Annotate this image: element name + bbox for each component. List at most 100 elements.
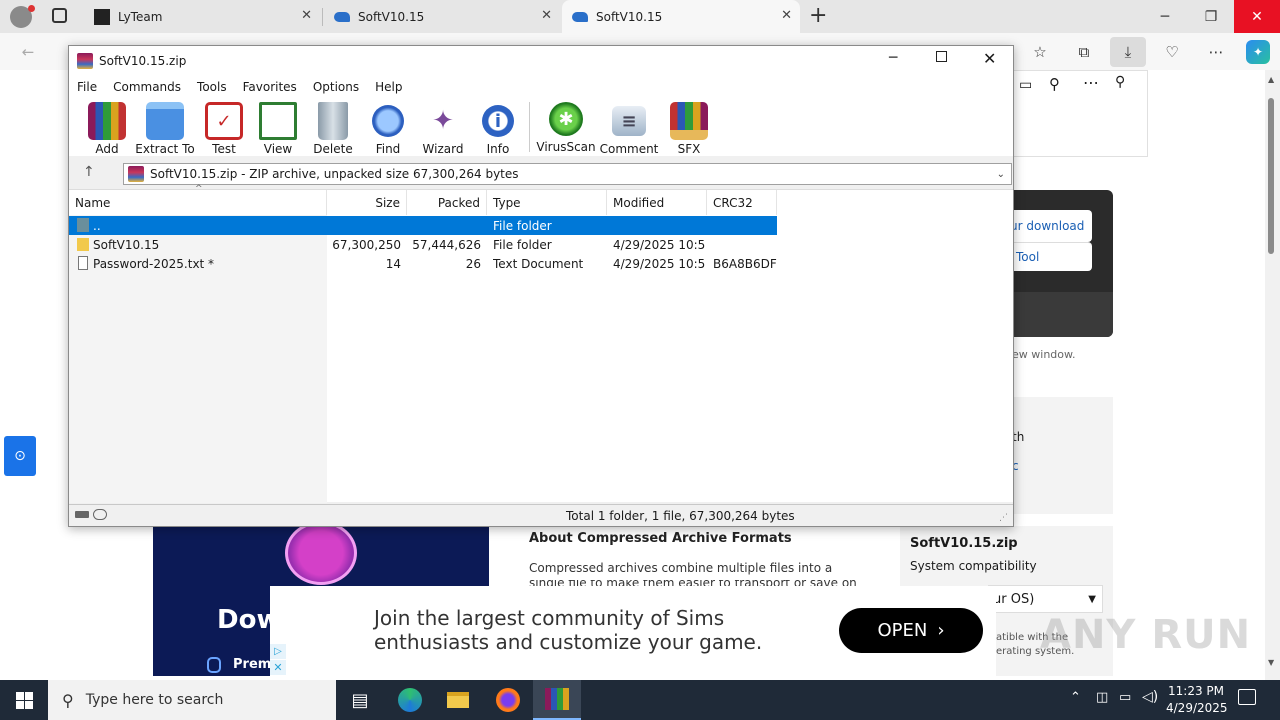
download-button[interactable]: ur download [1010, 210, 1092, 242]
close-tab-icon[interactable]: ✕ [301, 8, 312, 23]
clock[interactable]: 11:23 PM 4/29/2025 [1166, 683, 1228, 717]
ad-close-icon[interactable]: ✕ [270, 660, 286, 675]
table-row[interactable]: .. File folder [69, 216, 777, 235]
minimize-button[interactable]: ─ [889, 50, 897, 66]
extract-folder-icon [146, 102, 184, 140]
article-title: About Compressed Archive Formats [529, 531, 792, 546]
view-button[interactable]: View [248, 102, 308, 156]
maximize-button[interactable] [936, 51, 947, 62]
scrollbar-thumb[interactable] [1268, 98, 1274, 254]
winrar-icon [77, 53, 93, 69]
search-icon[interactable]: ⚲ [1049, 75, 1060, 93]
winrar-taskbar-icon[interactable] [533, 680, 581, 720]
delete-button[interactable]: Delete [303, 102, 363, 156]
col-packed[interactable]: Packed [407, 190, 487, 215]
tool-button[interactable]: Tool [1010, 242, 1092, 271]
col-size[interactable]: Size [327, 190, 407, 215]
ad-open-button[interactable]: OPEN › [839, 608, 983, 653]
menu-tools[interactable]: Tools [189, 80, 235, 94]
volume-icon[interactable]: ◁) [1142, 689, 1158, 705]
file-explorer-icon[interactable] [434, 680, 482, 720]
edge-taskbar-icon[interactable] [386, 680, 434, 720]
search-icon: ⚲ [62, 690, 74, 710]
restore-button[interactable]: ❐ [1188, 0, 1234, 33]
col-type[interactable]: Type [487, 190, 607, 215]
copilot-icon[interactable]: ✦ [1246, 40, 1270, 64]
browser-tab-bar: LyTeam ✕ SoftV10.15 ✕ SoftV10.15 ✕ + ─ ❐… [0, 0, 1280, 33]
menu-help[interactable]: Help [367, 80, 410, 94]
task-view-icon[interactable]: ▤ [336, 680, 384, 720]
find-button[interactable]: Find [358, 102, 418, 156]
extract-to-button[interactable]: Extract To [135, 102, 195, 156]
resize-grip[interactable]: ⋰ [999, 513, 1008, 523]
new-tab-button[interactable]: + [809, 3, 827, 28]
winrar-titlebar[interactable]: SoftV10.15.zip ─ ✕ [69, 46, 1013, 76]
col-modified[interactable]: Modified [607, 190, 707, 215]
more-icon[interactable]: ⋯ [1083, 73, 1099, 92]
comment-icon: ≡ [612, 106, 646, 136]
collections-icon[interactable]: ⧉ [1072, 40, 1096, 64]
winrar-menubar: File Commands Tools Favorites Options He… [69, 76, 1013, 98]
database-icon [207, 657, 221, 673]
virusscan-button[interactable]: ✱ VirusScan [536, 102, 596, 154]
path-combobox[interactable]: SoftV10.15.zip - ZIP archive, unpacked s… [123, 163, 1012, 185]
back-icon[interactable]: ← [16, 40, 40, 64]
comment-button[interactable]: ≡ Comment [599, 102, 659, 156]
magnifier-icon [372, 105, 404, 137]
close-button[interactable]: ✕ [983, 49, 996, 68]
taskbar-search[interactable]: ⚲ Type here to search [48, 680, 336, 720]
close-window-button[interactable]: ✕ [1234, 0, 1280, 33]
ad-banner[interactable]: Join the largest community of Sims enthu… [270, 586, 996, 676]
adchoices-icon[interactable]: ▷ [270, 644, 286, 659]
os-select[interactable]: ur OS) ▼ [988, 585, 1103, 613]
assist-button[interactable]: ⊙ [4, 436, 36, 476]
tab-softv-2[interactable]: SoftV10.15 ✕ [562, 0, 800, 33]
speedometer-icon [285, 527, 357, 585]
firefox-icon[interactable] [484, 680, 532, 720]
article-text: Compressed archives combine multiple fil… [529, 561, 833, 575]
close-tab-icon[interactable]: ✕ [541, 8, 552, 23]
meet-icon[interactable]: ◫ [1096, 690, 1108, 705]
show-hidden-icons[interactable]: ⌃ [1070, 690, 1081, 705]
edge-favicon [572, 11, 588, 22]
close-tab-icon[interactable]: ✕ [781, 8, 792, 23]
drive-icon [75, 511, 89, 518]
zip-icon [128, 166, 144, 182]
col-crc32[interactable]: CRC32 [707, 190, 777, 215]
sfx-button[interactable]: SFX [659, 102, 719, 156]
test-clipboard-icon: ✓ [205, 102, 243, 140]
info-icon: i [482, 105, 514, 137]
menu-options[interactable]: Options [305, 80, 367, 94]
chevron-down-icon: ▼ [1088, 593, 1096, 605]
path-bar: ↑ SoftV10.15.zip - ZIP archive, unpacked… [69, 161, 1013, 187]
workspaces-icon[interactable] [52, 8, 67, 23]
chevron-down-icon: ⌄ [996, 168, 1005, 180]
table-row[interactable]: Password-2025.txt * 14 26 Text Document … [69, 254, 777, 273]
favorites-icon[interactable]: ☆ [1028, 40, 1052, 64]
table-row[interactable]: SoftV10.15 67,300,250 57,444,626 File fo… [69, 235, 777, 254]
virus-bug-icon: ✱ [549, 102, 583, 136]
network-icon[interactable]: ▭ [1119, 690, 1131, 705]
tab-lyteam[interactable]: LyTeam ✕ [84, 0, 320, 33]
sort-arrow-icon: ^ [195, 184, 203, 194]
menu-commands[interactable]: Commands [105, 80, 189, 94]
start-button[interactable] [0, 680, 48, 720]
info-button[interactable]: i Info [468, 102, 528, 156]
more-menu-icon[interactable]: ⋯ [1204, 40, 1228, 64]
browser-essentials-icon[interactable]: ♡ [1160, 40, 1184, 64]
menu-file[interactable]: File [69, 80, 105, 94]
downloads-icon[interactable]: ⤓ [1110, 37, 1146, 67]
edge-favicon [334, 11, 350, 22]
up-folder-icon[interactable]: ↑ [83, 164, 95, 180]
menu-favorites[interactable]: Favorites [235, 80, 305, 94]
folder-icon[interactable]: ▭ [1019, 77, 1032, 93]
test-button[interactable]: ✓ Test [194, 102, 254, 156]
notifications-icon[interactable] [1238, 689, 1256, 705]
download-card: ur download Tool [1010, 190, 1113, 337]
tab-softv-1[interactable]: SoftV10.15 ✕ [324, 0, 560, 33]
add-button[interactable]: Add [77, 102, 137, 156]
pin-icon[interactable]: ⚲ [1115, 74, 1125, 90]
wizard-button[interactable]: ✦ Wizard [413, 102, 473, 156]
lyteam-favicon [94, 8, 110, 25]
minimize-button[interactable]: ─ [1142, 0, 1188, 33]
